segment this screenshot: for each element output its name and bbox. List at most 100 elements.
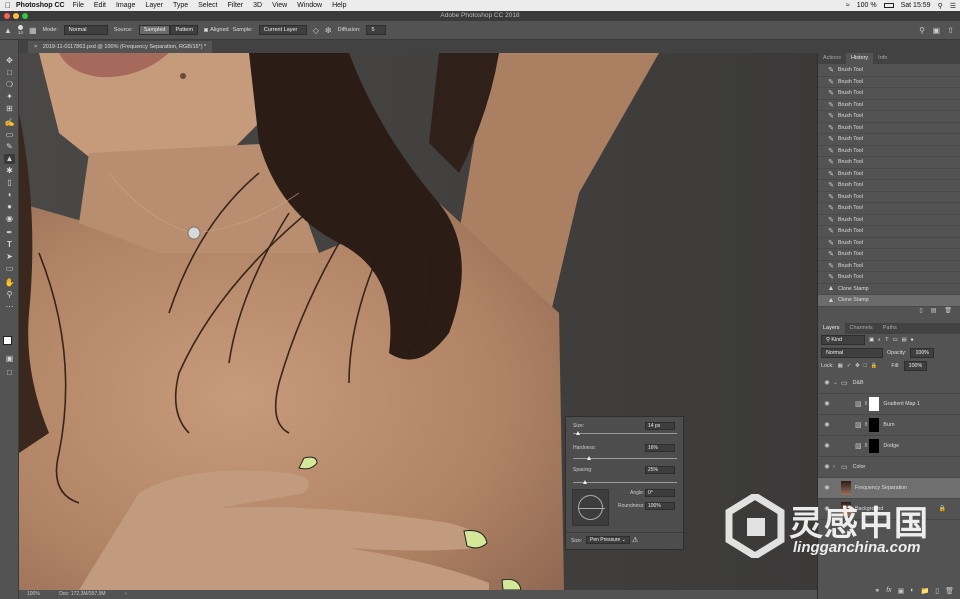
delete-state-icon[interactable]: 🗑 <box>944 307 952 319</box>
pressure-select[interactable]: Pen Pressure ⌄ <box>586 536 630 544</box>
size-field[interactable]: 14 px <box>645 422 675 430</box>
foreground-color-swatch[interactable] <box>3 336 12 345</box>
history-state[interactable]: ✎ Brush Tool <box>818 261 960 272</box>
filter-shape-icon[interactable]: ▭ <box>892 337 897 343</box>
mask-link-icon[interactable]: 8 <box>865 401 868 407</box>
screen-mode-icon[interactable]: □ <box>4 368 15 378</box>
search-icon[interactable]: ⚲ <box>919 26 925 35</box>
menu-file[interactable]: File <box>73 2 84 9</box>
dodge-tool-icon[interactable]: ◉ <box>4 214 15 224</box>
lock-artboard-icon[interactable]: □ <box>864 363 867 369</box>
layer-row[interactable]: ◉ ▨ 8 Dodge <box>818 436 960 457</box>
clock[interactable]: Sat 15:59 <box>901 2 931 9</box>
opacity-field[interactable]: 100% <box>910 348 934 358</box>
menu-layer[interactable]: Layer <box>145 2 163 9</box>
ignore-adjustment-icon[interactable]: ◇ <box>313 26 319 35</box>
history-state[interactable]: ✎ Brush Tool <box>818 146 960 157</box>
visibility-eye-icon[interactable]: ◉ <box>821 379 833 386</box>
move-tool-icon[interactable]: ✥ <box>4 56 15 66</box>
history-state[interactable]: ✎ Brush Tool <box>818 169 960 180</box>
eyedropper-tool-icon[interactable]: ✍ <box>4 118 15 128</box>
close-window-icon[interactable] <box>4 13 10 19</box>
path-selection-tool-icon[interactable]: ➤ <box>4 252 15 262</box>
brush-preset-picker[interactable]: 14 <box>17 25 23 35</box>
layer-row[interactable]: ◉ ⌄ ▭ D&B <box>818 373 960 394</box>
size-slider-thumb[interactable] <box>575 431 580 435</box>
menu-window[interactable]: Window <box>297 2 322 9</box>
battery-percent[interactable]: 100 % <box>857 2 877 9</box>
expand-group-icon[interactable]: ⌄ <box>833 379 841 386</box>
tab-paths[interactable]: Paths <box>878 323 902 334</box>
pattern-button[interactable]: Pattern <box>170 25 199 35</box>
diffusion-select[interactable]: 5 <box>366 25 387 35</box>
lock-transparent-icon[interactable]: ▦ <box>838 363 843 369</box>
brush-settings-icon[interactable]: ▦ <box>29 26 37 35</box>
lock-image-icon[interactable]: ✓ <box>847 363 851 369</box>
pressure-icon[interactable]: ✼ <box>325 26 332 35</box>
blur-tool-icon[interactable]: ● <box>4 202 15 212</box>
mask-link-icon[interactable]: 8 <box>865 443 868 449</box>
history-state[interactable]: ▲ Clone Stamp <box>818 295 960 307</box>
hardness-slider-thumb[interactable] <box>587 456 592 460</box>
crop-tool-icon[interactable]: ⊞ <box>4 104 15 114</box>
layer-row[interactable]: ◉ › ▭ Color <box>818 457 960 478</box>
quick-mask-icon[interactable]: ▣ <box>4 354 15 364</box>
history-state[interactable]: ▲ Clone Stamp <box>818 284 960 295</box>
history-state[interactable]: ✎ Brush Tool <box>818 77 960 88</box>
hand-tool-icon[interactable]: ✋ <box>4 278 15 288</box>
zoom-tool-icon[interactable]: ⚲ <box>4 290 15 300</box>
history-state[interactable]: ✎ Brush Tool <box>818 249 960 261</box>
workspace-icon[interactable]: ▣ <box>932 26 940 35</box>
fill-field[interactable]: 100% <box>903 361 928 371</box>
wifi-icon[interactable]: ≈ <box>846 2 850 9</box>
zoom-level[interactable]: 100% <box>27 591 40 597</box>
menu-help[interactable]: Help <box>332 2 346 9</box>
history-state[interactable]: ✎ Brush Tool <box>818 100 960 111</box>
menu-3d[interactable]: 3D <box>253 2 262 9</box>
more-tools-icon[interactable]: ⋯ <box>4 302 15 312</box>
history-brush-tool-icon[interactable]: ✱ <box>4 166 15 176</box>
menu-edit[interactable]: Edit <box>94 2 106 9</box>
quick-select-tool-icon[interactable]: ✦ <box>4 92 15 102</box>
sampled-button[interactable]: Sampled <box>138 25 171 35</box>
layer-mask-thumbnail[interactable] <box>869 438 880 453</box>
blend-mode-select[interactable]: Normal <box>821 348 883 358</box>
layer-mask-thumbnail[interactable] <box>869 396 880 411</box>
document-tab[interactable]: × 2019-11-0117863.psd @ 100% (Frequency … <box>28 41 213 53</box>
status-arrow-icon[interactable]: › <box>125 591 127 597</box>
layer-filter-select[interactable]: ⚲ Kind <box>821 335 865 345</box>
eraser-tool-icon[interactable]: ▯ <box>4 178 15 188</box>
history-state[interactable]: ✎ Brush Tool <box>818 272 960 284</box>
expand-group-icon[interactable]: › <box>833 464 841 470</box>
menu-type[interactable]: Type <box>173 2 188 9</box>
menu-select[interactable]: Select <box>198 2 217 9</box>
history-state[interactable]: ✎ Brush Tool <box>818 157 960 169</box>
hardness-field[interactable]: 16% <box>645 444 675 452</box>
menu-filter[interactable]: Filter <box>228 2 244 9</box>
new-snapshot-icon[interactable]: ▤ <box>931 307 937 319</box>
spacing-field[interactable]: 25% <box>645 466 675 474</box>
brush-angle-preview[interactable] <box>572 489 609 526</box>
size-slider[interactable] <box>573 433 677 434</box>
add-mask-icon[interactable]: ▣ <box>898 587 905 595</box>
delete-layer-icon[interactable]: 🗑 <box>945 587 954 595</box>
zoom-window-icon[interactable] <box>22 13 28 19</box>
aligned-checkbox[interactable] <box>204 28 209 32</box>
new-document-from-state-icon[interactable]: ▯ <box>919 307 922 319</box>
visibility-eye-icon[interactable]: ◉ <box>821 463 833 470</box>
lock-all-icon[interactable]: 🔒 <box>871 363 878 369</box>
history-state[interactable]: ✎ Brush Tool <box>818 180 960 192</box>
close-tab-icon[interactable]: × <box>34 44 37 50</box>
history-state[interactable]: ✎ Brush Tool <box>818 134 960 146</box>
visibility-eye-icon[interactable]: ◉ <box>821 442 833 449</box>
new-group-icon[interactable]: 📁 <box>921 587 930 595</box>
layer-style-icon[interactable]: fx <box>886 587 891 594</box>
tab-channels[interactable]: Channels <box>845 323 878 334</box>
paint-bucket-tool-icon[interactable]: ◖ <box>4 190 15 200</box>
image-canvas[interactable] <box>19 53 817 590</box>
history-state[interactable]: ✎ Brush Tool <box>818 215 960 226</box>
rectangle-tool-icon[interactable]: ▭ <box>4 264 15 274</box>
healing-brush-tool-icon[interactable]: ▭ <box>4 130 15 140</box>
sample-select[interactable]: Current Layer <box>258 25 307 35</box>
filter-pixel-icon[interactable]: ▣ <box>869 337 874 343</box>
